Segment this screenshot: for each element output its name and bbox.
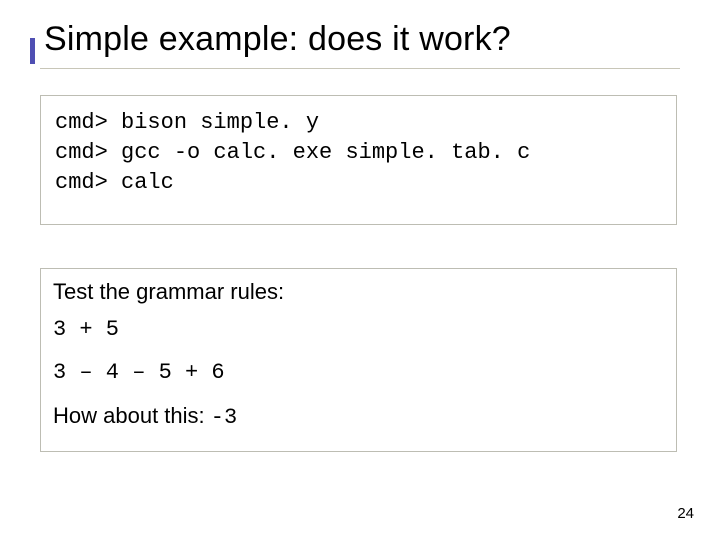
test-expr-2: 3 – 4 – 5 + 6: [53, 360, 664, 385]
slide: Simple example: does it work? cmd> bison…: [0, 0, 720, 540]
test-box: Test the grammar rules: 3 + 5 3 – 4 – 5 …: [40, 268, 677, 452]
slide-title: Simple example: does it work?: [44, 20, 511, 59]
title-underline: [40, 68, 680, 69]
test-heading: Test the grammar rules:: [53, 279, 664, 305]
cmd-line-2: cmd> gcc -o calc. exe simple. tab. c: [55, 140, 530, 165]
title-accent-bar: [30, 38, 35, 64]
test-final-line: How about this: -3: [53, 403, 664, 430]
test-final-prefix: How about this:: [53, 403, 211, 428]
command-box: cmd> bison simple. y cmd> gcc -o calc. e…: [40, 95, 677, 225]
test-expr-1: 3 + 5: [53, 317, 664, 342]
page-number: 24: [677, 505, 694, 522]
cmd-line-3: cmd> calc: [55, 170, 174, 195]
cmd-line-1: cmd> bison simple. y: [55, 110, 319, 135]
title-block: Simple example: does it work?: [30, 20, 511, 59]
test-final-code: -3: [211, 405, 237, 430]
